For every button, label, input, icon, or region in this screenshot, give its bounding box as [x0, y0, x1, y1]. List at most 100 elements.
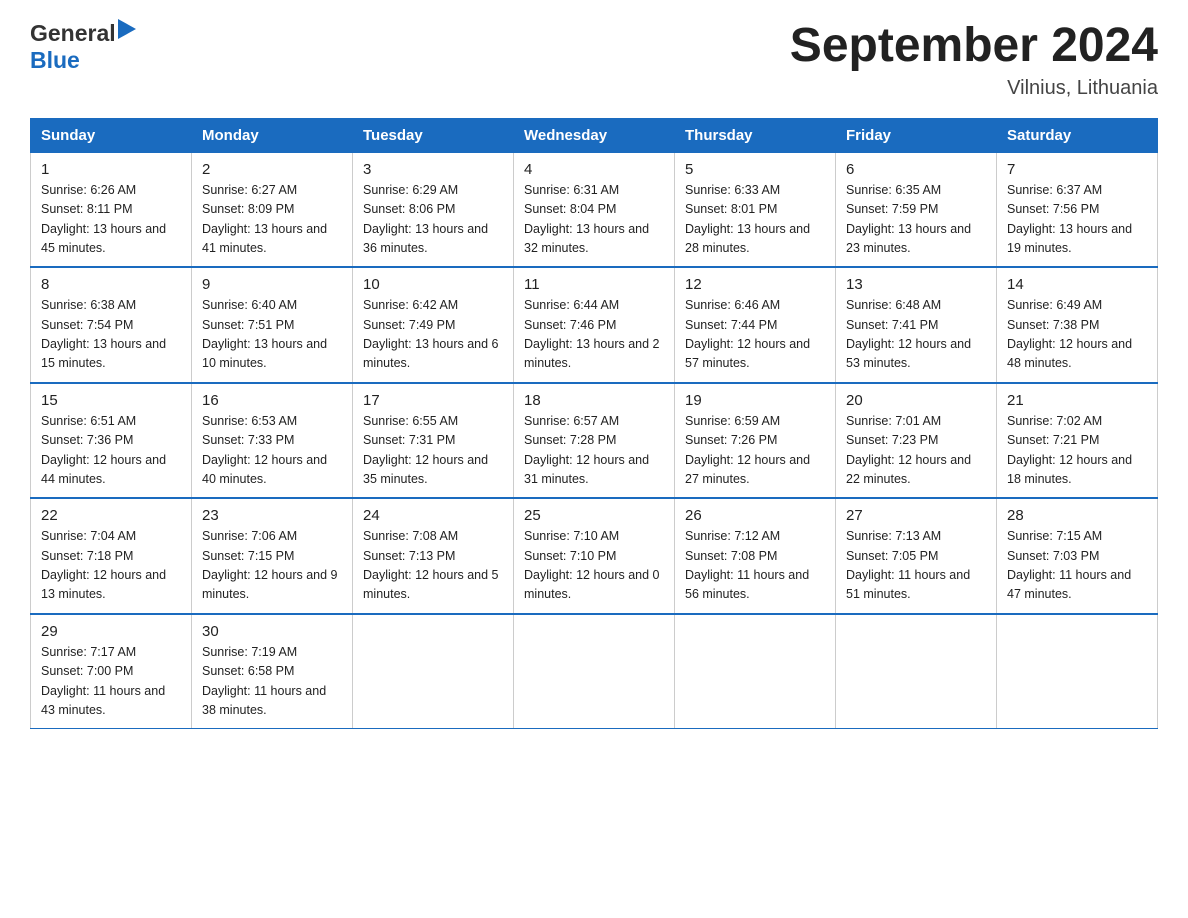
day-info: Sunrise: 6:27 AMSunset: 8:09 PMDaylight:…: [202, 183, 327, 255]
calendar-cell: 5 Sunrise: 6:33 AMSunset: 8:01 PMDayligh…: [675, 152, 836, 267]
calendar-cell: 8 Sunrise: 6:38 AMSunset: 7:54 PMDayligh…: [31, 267, 192, 383]
day-number: 4: [524, 161, 664, 178]
day-number: 21: [1007, 392, 1147, 409]
logo-arrow-icon: [118, 19, 136, 44]
day-info: Sunrise: 6:37 AMSunset: 7:56 PMDaylight:…: [1007, 183, 1132, 255]
day-number: 9: [202, 276, 342, 293]
calendar-cell: 26 Sunrise: 7:12 AMSunset: 7:08 PMDaylig…: [675, 498, 836, 614]
day-number: 30: [202, 623, 342, 640]
calendar-week-row: 22 Sunrise: 7:04 AMSunset: 7:18 PMDaylig…: [31, 498, 1158, 614]
day-info: Sunrise: 6:35 AMSunset: 7:59 PMDaylight:…: [846, 183, 971, 255]
header-saturday: Saturday: [997, 118, 1158, 152]
calendar-cell: 2 Sunrise: 6:27 AMSunset: 8:09 PMDayligh…: [192, 152, 353, 267]
calendar-cell: 9 Sunrise: 6:40 AMSunset: 7:51 PMDayligh…: [192, 267, 353, 383]
day-number: 25: [524, 507, 664, 524]
day-number: 5: [685, 161, 825, 178]
day-number: 10: [363, 276, 503, 293]
calendar-cell: 20 Sunrise: 7:01 AMSunset: 7:23 PMDaylig…: [836, 383, 997, 499]
logo: General Blue: [30, 20, 136, 74]
header-monday: Monday: [192, 118, 353, 152]
logo-blue-text: Blue: [30, 47, 80, 74]
calendar-header-row: Sunday Monday Tuesday Wednesday Thursday…: [31, 118, 1158, 152]
day-info: Sunrise: 6:31 AMSunset: 8:04 PMDaylight:…: [524, 183, 649, 255]
day-info: Sunrise: 6:33 AMSunset: 8:01 PMDaylight:…: [685, 183, 810, 255]
calendar-cell: 30 Sunrise: 7:19 AMSunset: 6:58 PMDaylig…: [192, 614, 353, 729]
calendar-cell: 21 Sunrise: 7:02 AMSunset: 7:21 PMDaylig…: [997, 383, 1158, 499]
day-info: Sunrise: 6:48 AMSunset: 7:41 PMDaylight:…: [846, 298, 971, 370]
day-number: 18: [524, 392, 664, 409]
calendar-cell: [836, 614, 997, 729]
calendar-cell: 16 Sunrise: 6:53 AMSunset: 7:33 PMDaylig…: [192, 383, 353, 499]
day-number: 26: [685, 507, 825, 524]
day-number: 20: [846, 392, 986, 409]
day-number: 6: [846, 161, 986, 178]
calendar-cell: 28 Sunrise: 7:15 AMSunset: 7:03 PMDaylig…: [997, 498, 1158, 614]
calendar-week-row: 15 Sunrise: 6:51 AMSunset: 7:36 PMDaylig…: [31, 383, 1158, 499]
day-number: 19: [685, 392, 825, 409]
calendar-cell: 18 Sunrise: 6:57 AMSunset: 7:28 PMDaylig…: [514, 383, 675, 499]
day-info: Sunrise: 6:51 AMSunset: 7:36 PMDaylight:…: [41, 414, 166, 486]
day-info: Sunrise: 6:40 AMSunset: 7:51 PMDaylight:…: [202, 298, 327, 370]
day-info: Sunrise: 6:38 AMSunset: 7:54 PMDaylight:…: [41, 298, 166, 370]
day-number: 28: [1007, 507, 1147, 524]
day-info: Sunrise: 6:49 AMSunset: 7:38 PMDaylight:…: [1007, 298, 1132, 370]
day-info: Sunrise: 7:17 AMSunset: 7:00 PMDaylight:…: [41, 645, 165, 717]
day-number: 17: [363, 392, 503, 409]
logo-general-text: General: [30, 20, 116, 47]
title-block: September 2024 Vilnius, Lithuania: [790, 20, 1158, 100]
page-header: General Blue September 2024 Vilnius, Lit…: [30, 20, 1158, 100]
day-info: Sunrise: 7:08 AMSunset: 7:13 PMDaylight:…: [363, 529, 499, 601]
calendar-cell: 29 Sunrise: 7:17 AMSunset: 7:00 PMDaylig…: [31, 614, 192, 729]
day-info: Sunrise: 6:57 AMSunset: 7:28 PMDaylight:…: [524, 414, 649, 486]
header-friday: Friday: [836, 118, 997, 152]
calendar-table: Sunday Monday Tuesday Wednesday Thursday…: [30, 118, 1158, 730]
day-number: 11: [524, 276, 664, 293]
calendar-cell: 23 Sunrise: 7:06 AMSunset: 7:15 PMDaylig…: [192, 498, 353, 614]
day-info: Sunrise: 6:42 AMSunset: 7:49 PMDaylight:…: [363, 298, 499, 370]
calendar-cell: 27 Sunrise: 7:13 AMSunset: 7:05 PMDaylig…: [836, 498, 997, 614]
day-number: 1: [41, 161, 181, 178]
day-info: Sunrise: 7:06 AMSunset: 7:15 PMDaylight:…: [202, 529, 338, 601]
calendar-cell: 14 Sunrise: 6:49 AMSunset: 7:38 PMDaylig…: [997, 267, 1158, 383]
day-info: Sunrise: 7:01 AMSunset: 7:23 PMDaylight:…: [846, 414, 971, 486]
calendar-cell: 10 Sunrise: 6:42 AMSunset: 7:49 PMDaylig…: [353, 267, 514, 383]
calendar-cell: 12 Sunrise: 6:46 AMSunset: 7:44 PMDaylig…: [675, 267, 836, 383]
calendar-cell: 1 Sunrise: 6:26 AMSunset: 8:11 PMDayligh…: [31, 152, 192, 267]
calendar-cell: 4 Sunrise: 6:31 AMSunset: 8:04 PMDayligh…: [514, 152, 675, 267]
calendar-cell: 13 Sunrise: 6:48 AMSunset: 7:41 PMDaylig…: [836, 267, 997, 383]
calendar-cell: 25 Sunrise: 7:10 AMSunset: 7:10 PMDaylig…: [514, 498, 675, 614]
day-info: Sunrise: 7:12 AMSunset: 7:08 PMDaylight:…: [685, 529, 809, 601]
day-info: Sunrise: 6:26 AMSunset: 8:11 PMDaylight:…: [41, 183, 166, 255]
day-number: 27: [846, 507, 986, 524]
day-info: Sunrise: 6:46 AMSunset: 7:44 PMDaylight:…: [685, 298, 810, 370]
day-info: Sunrise: 6:59 AMSunset: 7:26 PMDaylight:…: [685, 414, 810, 486]
day-number: 2: [202, 161, 342, 178]
calendar-cell: [353, 614, 514, 729]
header-thursday: Thursday: [675, 118, 836, 152]
calendar-week-row: 1 Sunrise: 6:26 AMSunset: 8:11 PMDayligh…: [31, 152, 1158, 267]
header-tuesday: Tuesday: [353, 118, 514, 152]
day-number: 8: [41, 276, 181, 293]
day-info: Sunrise: 7:13 AMSunset: 7:05 PMDaylight:…: [846, 529, 970, 601]
day-number: 22: [41, 507, 181, 524]
day-info: Sunrise: 6:29 AMSunset: 8:06 PMDaylight:…: [363, 183, 488, 255]
day-number: 15: [41, 392, 181, 409]
day-info: Sunrise: 7:10 AMSunset: 7:10 PMDaylight:…: [524, 529, 660, 601]
calendar-cell: 15 Sunrise: 6:51 AMSunset: 7:36 PMDaylig…: [31, 383, 192, 499]
calendar-cell: 24 Sunrise: 7:08 AMSunset: 7:13 PMDaylig…: [353, 498, 514, 614]
calendar-cell: 7 Sunrise: 6:37 AMSunset: 7:56 PMDayligh…: [997, 152, 1158, 267]
day-number: 29: [41, 623, 181, 640]
day-info: Sunrise: 6:44 AMSunset: 7:46 PMDaylight:…: [524, 298, 660, 370]
day-number: 23: [202, 507, 342, 524]
header-sunday: Sunday: [31, 118, 192, 152]
day-number: 14: [1007, 276, 1147, 293]
day-number: 12: [685, 276, 825, 293]
day-number: 16: [202, 392, 342, 409]
header-wednesday: Wednesday: [514, 118, 675, 152]
calendar-cell: [514, 614, 675, 729]
day-info: Sunrise: 7:19 AMSunset: 6:58 PMDaylight:…: [202, 645, 326, 717]
main-title: September 2024: [790, 20, 1158, 73]
day-info: Sunrise: 6:53 AMSunset: 7:33 PMDaylight:…: [202, 414, 327, 486]
calendar-cell: 11 Sunrise: 6:44 AMSunset: 7:46 PMDaylig…: [514, 267, 675, 383]
calendar-cell: 17 Sunrise: 6:55 AMSunset: 7:31 PMDaylig…: [353, 383, 514, 499]
